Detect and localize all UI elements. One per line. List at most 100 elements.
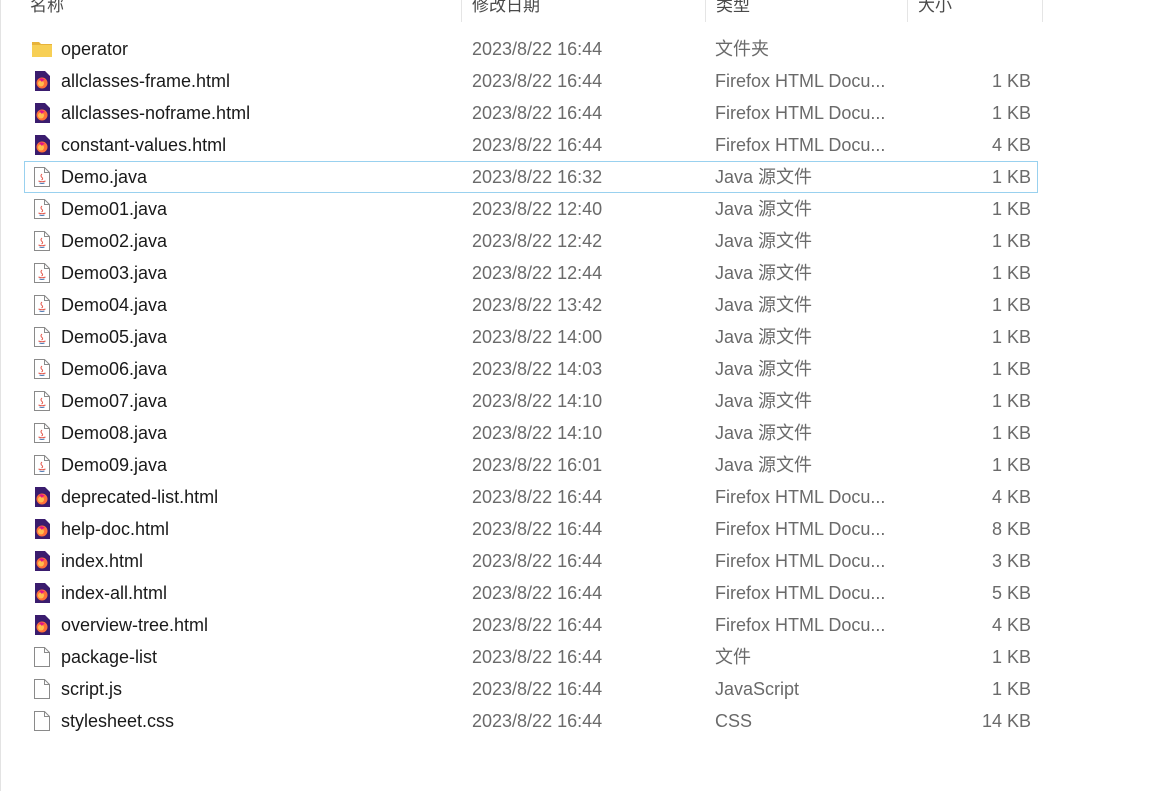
file-type: Firefox HTML Docu... [715, 519, 886, 539]
column-header-size[interactable]: 大小 [909, 0, 1043, 22]
file-row[interactable]: Demo.java 2023/8/22 16:32 Java 源文件 1 KB [24, 161, 1038, 193]
file-modified-date: 2023/8/22 14:03 [472, 359, 603, 379]
file-name: index.html [61, 551, 144, 571]
file-modified-date: 2023/8/22 14:10 [472, 391, 603, 411]
file-size: 1 KB [991, 263, 1031, 283]
java-file-icon [31, 326, 53, 348]
file-name: Demo.java [61, 167, 148, 187]
file-size: 1 KB [991, 295, 1031, 315]
file-name: Demo07.java [61, 391, 168, 411]
file-row[interactable]: Demo03.java 2023/8/22 12:44 Java 源文件 1 KB [24, 257, 1038, 289]
file-size: 4 KB [991, 135, 1031, 155]
file-size: 1 KB [991, 423, 1031, 443]
firefox-html-icon [31, 134, 53, 156]
file-row[interactable]: package-list 2023/8/22 16:44 文件 1 KB [24, 641, 1038, 673]
java-file-icon [31, 166, 53, 188]
file-size: 5 KB [991, 583, 1031, 603]
file-size: 1 KB [991, 391, 1031, 411]
java-file-icon [31, 294, 53, 316]
file-list-pane: 名称 修改日期 类型 大小 operator 2023/8/22 16:44 文件夹… [0, 0, 1149, 791]
file-row[interactable]: index.html 2023/8/22 16:44 Firefox HTML Do… [24, 545, 1038, 577]
file-row[interactable]: help-doc.html 2023/8/22 16:44 Firefox HTML… [24, 513, 1038, 545]
column-header-type[interactable]: 类型 [707, 0, 908, 22]
file-row[interactable]: Demo06.java 2023/8/22 14:03 Java 源文件 1 KB [24, 353, 1038, 385]
file-type: Java 源文件 [715, 295, 813, 315]
file-modified-date: 2023/8/22 16:01 [472, 455, 603, 475]
file-row[interactable]: stylesheet.css 2023/8/22 16:44 CSS 14 KB [24, 705, 1038, 737]
file-name: help-doc.html [61, 519, 170, 539]
file-row[interactable]: Demo04.java 2023/8/22 13:42 Java 源文件 1 KB [24, 289, 1038, 321]
file-type: Firefox HTML Docu... [715, 583, 886, 603]
file-type: Java 源文件 [715, 263, 813, 283]
file-row[interactable]: operator 2023/8/22 16:44 文件夹 [24, 33, 1038, 65]
file-type: Java 源文件 [715, 199, 813, 219]
column-header-date[interactable]: 修改日期 [463, 0, 706, 22]
file-name: Demo02.java [61, 231, 168, 251]
file-type: Firefox HTML Docu... [715, 615, 886, 635]
file-size: 1 KB [991, 455, 1031, 475]
file-size: 3 KB [991, 551, 1031, 571]
file-modified-date: 2023/8/22 16:44 [472, 71, 603, 91]
file-modified-date: 2023/8/22 16:44 [472, 711, 603, 731]
file-type: Firefox HTML Docu... [715, 551, 886, 571]
file-name: deprecated-list.html [61, 487, 219, 507]
file-modified-date: 2023/8/22 16:32 [472, 167, 603, 187]
file-size: 8 KB [991, 519, 1031, 539]
file-type: Java 源文件 [715, 231, 813, 251]
file-modified-date: 2023/8/22 16:44 [472, 647, 603, 667]
file-row[interactable]: Demo09.java 2023/8/22 16:01 Java 源文件 1 KB [24, 449, 1038, 481]
file-modified-date: 2023/8/22 16:44 [472, 39, 603, 59]
java-file-icon [31, 198, 53, 220]
file-row[interactable]: script.js 2023/8/22 16:44 JavaScript 1 KB [24, 673, 1038, 705]
file-type: Firefox HTML Docu... [715, 103, 886, 123]
file-row[interactable]: Demo01.java 2023/8/22 12:40 Java 源文件 1 KB [24, 193, 1038, 225]
file-name: Demo08.java [61, 423, 168, 443]
java-file-icon [31, 262, 53, 284]
file-size: 1 KB [991, 103, 1031, 123]
file-modified-date: 2023/8/22 16:44 [472, 487, 603, 507]
file-name: script.js [61, 679, 123, 699]
file-type: Java 源文件 [715, 455, 813, 475]
file-size: 1 KB [991, 231, 1031, 251]
file-type: Firefox HTML Docu... [715, 487, 886, 507]
file-type: Firefox HTML Docu... [715, 71, 886, 91]
file-modified-date: 2023/8/22 12:42 [472, 231, 603, 251]
file-type: JavaScript [715, 679, 800, 699]
file-row[interactable]: constant-values.html 2023/8/22 16:44 Firef… [24, 129, 1038, 161]
file-rows: operator 2023/8/22 16:44 文件夹 allclasses-fr… [24, 33, 1038, 737]
file-row[interactable]: allclasses-frame.html 2023/8/22 16:44 Fire… [24, 65, 1038, 97]
file-type: 文件夹 [715, 39, 769, 59]
file-name: stylesheet.css [61, 711, 175, 731]
file-type: Java 源文件 [715, 359, 813, 379]
file-modified-date: 2023/8/22 13:42 [472, 295, 603, 315]
file-modified-date: 2023/8/22 16:44 [472, 615, 603, 635]
file-size: 1 KB [991, 359, 1031, 379]
java-file-icon [31, 454, 53, 476]
file-row[interactable]: Demo07.java 2023/8/22 14:10 Java 源文件 1 KB [24, 385, 1038, 417]
file-modified-date: 2023/8/22 12:44 [472, 263, 603, 283]
file-size: 1 KB [991, 327, 1031, 347]
folder-icon [31, 38, 53, 60]
file-type: Java 源文件 [715, 423, 813, 443]
file-row[interactable]: allclasses-noframe.html 2023/8/22 16:44 Fi… [24, 97, 1038, 129]
file-modified-date: 2023/8/22 14:10 [472, 423, 603, 443]
file-name: Demo09.java [61, 455, 168, 475]
file-name: Demo06.java [61, 359, 168, 379]
file-type: Java 源文件 [715, 167, 813, 187]
file-row[interactable]: Demo02.java 2023/8/22 12:42 Java 源文件 1 KB [24, 225, 1038, 257]
file-name: operator [61, 39, 129, 59]
file-modified-date: 2023/8/22 16:44 [472, 135, 603, 155]
file-size: 1 KB [991, 647, 1031, 667]
file-name: constant-values.html [61, 135, 227, 155]
file-name: index-all.html [61, 583, 168, 603]
file-row[interactable]: overview-tree.html 2023/8/22 16:44 Firefox… [24, 609, 1038, 641]
file-row[interactable]: Demo08.java 2023/8/22 14:10 Java 源文件 1 KB [24, 417, 1038, 449]
file-name: Demo03.java [61, 263, 168, 283]
file-row[interactable]: Demo05.java 2023/8/22 14:00 Java 源文件 1 KB [24, 321, 1038, 353]
file-row[interactable]: index-all.html 2023/8/22 16:44 Firefox HTM… [24, 577, 1038, 609]
blank-file-icon [31, 710, 53, 732]
column-header-name[interactable]: 名称 [21, 0, 462, 22]
file-modified-date: 2023/8/22 16:44 [472, 679, 603, 699]
file-type: CSS [715, 711, 753, 731]
file-row[interactable]: deprecated-list.html 2023/8/22 16:44 Firef… [24, 481, 1038, 513]
